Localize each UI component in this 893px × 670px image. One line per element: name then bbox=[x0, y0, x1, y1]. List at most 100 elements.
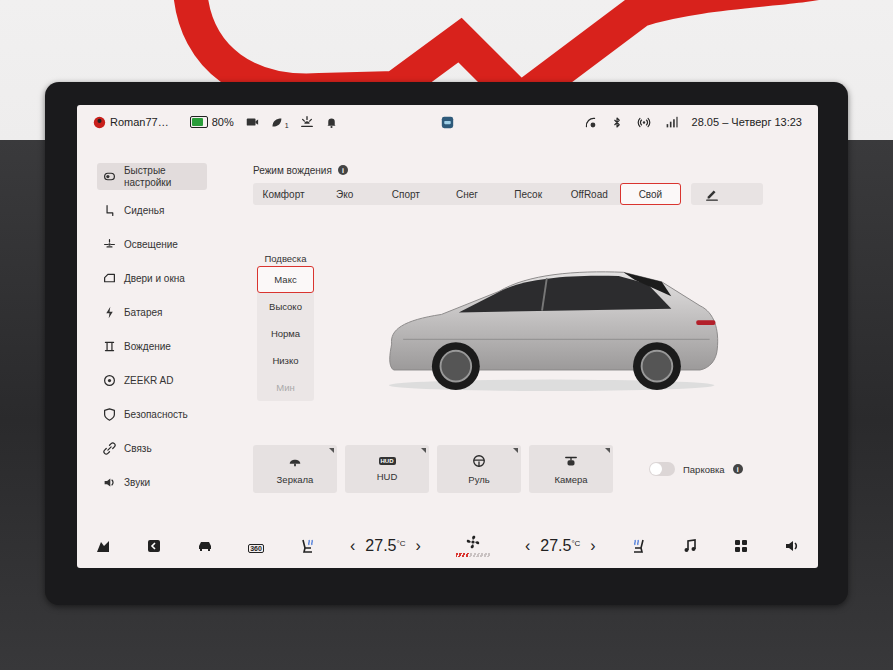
temp-value: 27.5°C bbox=[540, 537, 580, 555]
app-icon bbox=[441, 116, 454, 129]
sidebar-label[interactable]: Безопасность bbox=[124, 409, 188, 421]
quick-button[interactable]: HUDHUD bbox=[345, 445, 429, 493]
sidebar-label[interactable]: ZEEKR AD bbox=[124, 375, 173, 387]
menu-corner-icon bbox=[329, 448, 334, 453]
fan-level-track bbox=[456, 553, 490, 557]
quick-button-label[interactable]: HUD bbox=[377, 471, 398, 482]
quick-button[interactable]: Камера bbox=[529, 445, 613, 493]
seat-heat-icon bbox=[299, 538, 315, 554]
sidebar-item[interactable]: Быстрые настройки bbox=[97, 163, 207, 190]
leaf-icon bbox=[270, 116, 283, 129]
sidebar-label[interactable]: Быстрые настройки bbox=[124, 165, 201, 188]
sidebar-item[interactable]: Связь bbox=[97, 435, 207, 462]
pencil-icon bbox=[705, 187, 719, 201]
zeekr-ad-icon bbox=[103, 374, 116, 387]
suspension-option[interactable]: Макс bbox=[257, 266, 314, 293]
sidebar-label[interactable]: Освещение bbox=[124, 239, 178, 251]
music-button[interactable] bbox=[682, 538, 698, 554]
apps-button[interactable] bbox=[733, 538, 749, 554]
drive-mode-option[interactable]: Комфорт bbox=[253, 183, 314, 205]
sidebar-label[interactable]: Вождение bbox=[124, 341, 171, 353]
drive-mode-option[interactable]: Спорт bbox=[375, 183, 436, 205]
quick-button-label[interactable]: Зеркала bbox=[277, 474, 314, 485]
user-profile[interactable]: Roman77… bbox=[93, 116, 169, 129]
lamp-icon bbox=[300, 115, 314, 129]
temperature-right: ‹ 27.5°C › bbox=[525, 537, 596, 555]
info-icon[interactable]: i bbox=[338, 165, 348, 175]
menu-corner-icon bbox=[421, 448, 426, 453]
quick-button-label[interactable]: Камера bbox=[554, 474, 587, 485]
sidebar-label[interactable]: Сиденья bbox=[124, 205, 164, 217]
sidebar-label[interactable]: Двери и окна bbox=[124, 273, 185, 285]
sidebar-item[interactable]: Батарея bbox=[97, 299, 207, 326]
status-center bbox=[428, 116, 468, 129]
sidebar-item[interactable]: Безопасность bbox=[97, 401, 207, 428]
suspension: ПодвескаМаксВысокоНормаНизкоМин bbox=[257, 250, 314, 401]
car-picture bbox=[314, 250, 763, 401]
home-button[interactable] bbox=[95, 538, 111, 554]
temp-increase[interactable]: › bbox=[590, 537, 595, 555]
temp-decrease[interactable]: ‹ bbox=[350, 537, 355, 555]
suspension-option: Мин bbox=[257, 374, 314, 401]
info-icon[interactable]: i bbox=[733, 464, 743, 474]
sidebar-item[interactable]: ZEEKR AD bbox=[97, 367, 207, 394]
home-icon bbox=[95, 538, 111, 554]
camera-icon bbox=[245, 115, 259, 129]
drive-mode-option[interactable]: Свой bbox=[620, 183, 681, 205]
sidebar-label[interactable]: Батарея bbox=[124, 307, 162, 319]
user-name[interactable]: Roman77… bbox=[110, 116, 169, 128]
bottom-dock: 360 ‹ 27.5°C › ‹ 27.5°C › bbox=[77, 523, 818, 568]
sidebar-item[interactable]: Двери и окна bbox=[97, 265, 207, 292]
seat-heat-button[interactable] bbox=[631, 538, 647, 554]
avatar-icon bbox=[93, 116, 106, 129]
speaker-icon bbox=[103, 476, 116, 489]
seat-icon bbox=[103, 204, 116, 217]
volume-button[interactable] bbox=[784, 538, 800, 554]
datetime: 28.05 – Четверг 13:23 bbox=[692, 116, 802, 128]
view-360-button[interactable]: 360 bbox=[248, 537, 264, 555]
sidebar-item[interactable]: Сиденья bbox=[97, 197, 207, 224]
suspension-option[interactable]: Высоко bbox=[257, 293, 314, 320]
drive-mode-option[interactable]: Снег bbox=[436, 183, 497, 205]
bluetooth-icon bbox=[611, 116, 623, 129]
eco-badge: 1 bbox=[285, 122, 289, 129]
sidebar-item[interactable]: Освещение bbox=[97, 231, 207, 258]
suspension-title: Подвеска bbox=[257, 250, 314, 266]
status-left: Roman77… 80% 1 bbox=[93, 115, 428, 129]
seat-heat-button[interactable] bbox=[299, 538, 315, 554]
car-button[interactable] bbox=[197, 538, 213, 554]
temp-number: 27.5 bbox=[365, 537, 396, 555]
battery-percent: 80% bbox=[212, 116, 234, 128]
wireless-icon bbox=[637, 116, 651, 129]
quick-button[interactable]: Зеркала bbox=[253, 445, 337, 493]
fan-control[interactable] bbox=[456, 534, 490, 557]
signal-icon bbox=[665, 116, 678, 129]
car-icon bbox=[197, 538, 213, 554]
edit-button[interactable] bbox=[691, 183, 763, 205]
suspension-option[interactable]: Низко bbox=[257, 347, 314, 374]
shield-icon bbox=[103, 408, 116, 421]
sidebar-item[interactable]: Вождение bbox=[97, 333, 207, 360]
drive-mode-option[interactable]: Эко bbox=[314, 183, 375, 205]
back-button[interactable] bbox=[146, 538, 162, 554]
mirror-icon bbox=[288, 454, 302, 468]
quick-button-label[interactable]: Руль bbox=[468, 474, 489, 485]
drive-mode-option[interactable]: OffRoad bbox=[559, 183, 620, 205]
quick-buttons: ЗеркалаHUDHUDРульКамераПарковкаi bbox=[253, 445, 763, 493]
sidebar-label[interactable]: Связь bbox=[124, 443, 152, 455]
drive-mode-option[interactable]: Песок bbox=[498, 183, 559, 205]
parking-toggle[interactable] bbox=[649, 462, 675, 476]
quick-button[interactable]: Руль bbox=[437, 445, 521, 493]
temp-increase[interactable]: › bbox=[415, 537, 420, 555]
temp-value: 27.5°C bbox=[365, 537, 405, 555]
temp-decrease[interactable]: ‹ bbox=[525, 537, 530, 555]
steering-wheel-icon bbox=[472, 454, 486, 468]
suspension-option[interactable]: Норма bbox=[257, 320, 314, 347]
door-icon bbox=[103, 272, 116, 285]
bell-icon bbox=[325, 116, 338, 129]
sidebar: Быстрые настройки Сиденья Освещение Двери и… bbox=[77, 139, 253, 523]
vehicle-area: ПодвескаМаксВысокоНормаНизкоМин bbox=[253, 250, 763, 401]
sidebar-label[interactable]: Звуки bbox=[124, 477, 150, 489]
sidebar-item[interactable]: Звуки bbox=[97, 469, 207, 496]
drive-modes: КомфортЭкоСпортСнегПесокOffRoadСвой bbox=[253, 183, 681, 205]
